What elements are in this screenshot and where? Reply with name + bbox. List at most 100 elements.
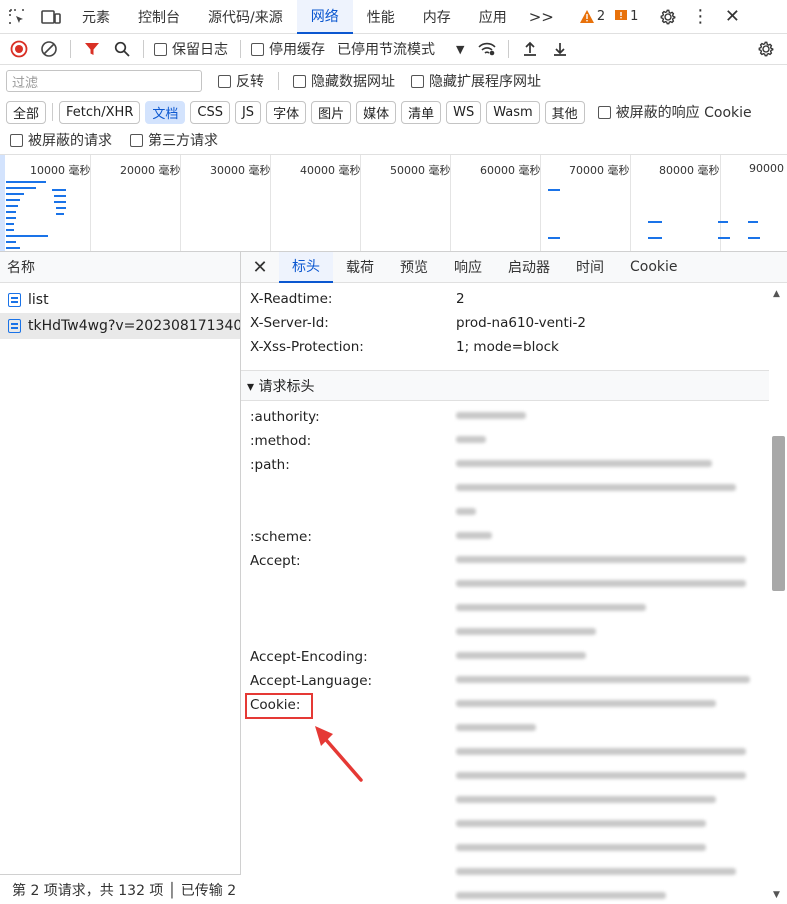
- timeline-tick-label: 30000 毫秒: [210, 164, 271, 177]
- timeline-tick-label: 10000 毫秒: [30, 164, 91, 177]
- request-row-selected[interactable]: tkHdTw4wg?v=202308171340...: [0, 313, 240, 339]
- checkbox-box[interactable]: [251, 42, 264, 56]
- chip-all[interactable]: 全部: [6, 100, 47, 124]
- close-details-icon[interactable]: ✕: [241, 257, 279, 278]
- tab-memory[interactable]: 内存: [409, 0, 465, 34]
- red-arrow-annotation: [315, 726, 363, 782]
- timeline-overview[interactable]: 10000 毫秒 20000 毫秒 30000 毫秒 40000 毫秒 5000…: [0, 154, 787, 252]
- chip-ws[interactable]: WS: [446, 100, 482, 124]
- issues-badge[interactable]: 1: [615, 9, 638, 24]
- document-icon: [8, 293, 21, 307]
- blocked-requests-checkbox[interactable]: 被屏蔽的请求: [10, 130, 112, 150]
- timeline-bar: [748, 221, 758, 223]
- settings-gear-icon[interactable]: [652, 0, 684, 34]
- chip-js[interactable]: JS: [234, 100, 262, 124]
- throttle-select[interactable]: 已停用节流模式 ▼: [337, 39, 464, 59]
- network-conditions-wifi-icon[interactable]: [472, 34, 502, 64]
- stop-recording-icon[interactable]: [4, 34, 34, 64]
- checkbox-box[interactable]: [597, 105, 611, 119]
- tab-response[interactable]: 响应: [441, 252, 495, 283]
- checkbox-box[interactable]: [411, 74, 424, 88]
- chip-wasm[interactable]: Wasm: [486, 100, 540, 124]
- header-value: 2: [456, 291, 465, 307]
- timeline-bar: [6, 187, 36, 189]
- scroll-thumb[interactable]: [772, 436, 785, 591]
- more-tabs-button[interactable]: >>: [521, 8, 562, 26]
- timeline-selection[interactable]: [0, 155, 5, 251]
- name-column-header[interactable]: 名称: [0, 252, 240, 283]
- invert-label: 反转: [236, 74, 264, 90]
- timeline-bar: [6, 211, 16, 213]
- header-name: X-Xss-Protection:: [250, 339, 364, 355]
- tab-timing[interactable]: 时间: [563, 252, 617, 283]
- chip-img[interactable]: 图片: [311, 100, 352, 124]
- timeline-tick-label: 90000: [749, 162, 784, 175]
- hide-extension-urls-label: 隐藏扩展程序网址: [429, 74, 541, 90]
- chip-manifest[interactable]: 清单: [401, 100, 442, 124]
- blocked-response-cookies-checkbox[interactable]: 被屏蔽的响应 Cookie: [597, 102, 752, 122]
- timeline-bar: [748, 237, 760, 239]
- separator: [52, 103, 54, 121]
- tab-preview[interactable]: 预览: [387, 252, 441, 283]
- tab-headers[interactable]: 标头: [279, 251, 333, 283]
- disable-cache-checkbox[interactable]: 停用缓存: [251, 39, 325, 59]
- tab-payload[interactable]: 载荷: [333, 252, 387, 283]
- timeline-bar: [54, 195, 66, 197]
- checkbox-box[interactable]: [10, 133, 23, 147]
- kebab-menu-icon[interactable]: ⋮: [684, 0, 716, 34]
- chip-media[interactable]: 媒体: [356, 100, 397, 124]
- tab-network[interactable]: 网络: [296, 0, 353, 34]
- timeline-bar: [6, 217, 16, 219]
- chip-css[interactable]: CSS: [190, 100, 230, 124]
- inspect-element-icon[interactable]: [0, 0, 34, 34]
- search-icon[interactable]: [107, 34, 137, 64]
- chip-doc[interactable]: 文档: [145, 100, 186, 124]
- request-headers-section-toggle[interactable]: ▾ 请求标头: [241, 370, 769, 401]
- chip-other[interactable]: 其他: [544, 100, 585, 124]
- tab-application[interactable]: 应用: [465, 0, 521, 34]
- status-bar: 第 2 项请求，共 132 项 │ 已传输 2: [0, 874, 241, 904]
- preserve-log-checkbox[interactable]: 保留日志: [154, 39, 228, 59]
- request-name: list: [28, 292, 49, 308]
- close-devtools-icon[interactable]: ✕: [716, 0, 748, 34]
- filter-funnel-icon[interactable]: [77, 34, 107, 64]
- disable-cache-label: 停用缓存: [269, 42, 325, 58]
- scroll-up-arrow-icon[interactable]: ▲: [773, 289, 780, 299]
- checkbox-box[interactable]: [218, 74, 231, 88]
- issues-count: 1: [630, 9, 639, 24]
- warnings-badge[interactable]: 2: [579, 9, 605, 24]
- tab-console[interactable]: 控制台: [124, 0, 194, 34]
- details-scrollbar[interactable]: ▲ ▼: [769, 283, 787, 904]
- clear-icon[interactable]: [34, 34, 64, 64]
- blocked-response-cookies-label: 被屏蔽的响应 Cookie: [615, 105, 752, 121]
- separator: [240, 40, 241, 58]
- checkbox-box[interactable]: [154, 42, 167, 56]
- filter-placeholder: 过滤: [12, 75, 39, 91]
- scroll-down-arrow-icon[interactable]: ▼: [773, 890, 780, 900]
- chip-fetch-xhr[interactable]: Fetch/XHR: [59, 100, 141, 124]
- device-toolbar-icon[interactable]: [34, 0, 68, 34]
- warning-icon: [579, 10, 594, 23]
- network-settings-gear-icon[interactable]: [751, 34, 781, 64]
- tab-elements[interactable]: 元素: [68, 0, 124, 34]
- timeline-bar: [56, 207, 66, 209]
- third-party-label: 第三方请求: [148, 133, 218, 149]
- invert-checkbox[interactable]: 反转: [218, 71, 264, 91]
- timeline-bar: [6, 199, 20, 201]
- filter-input[interactable]: 过滤: [6, 70, 202, 92]
- checkbox-box[interactable]: [130, 133, 143, 147]
- request-row[interactable]: list: [0, 287, 240, 313]
- hide-extension-urls-checkbox[interactable]: 隐藏扩展程序网址: [411, 71, 541, 91]
- hide-data-urls-checkbox[interactable]: 隐藏数据网址: [293, 71, 395, 91]
- tab-initiator[interactable]: 启动器: [495, 252, 563, 283]
- tab-cookies[interactable]: Cookie: [617, 252, 691, 283]
- tab-sources[interactable]: 源代码/来源: [194, 0, 297, 34]
- import-har-upload-icon[interactable]: [515, 34, 545, 64]
- checkbox-box[interactable]: [293, 74, 306, 88]
- chip-font[interactable]: 字体: [266, 100, 307, 124]
- tab-performance[interactable]: 性能: [353, 0, 409, 34]
- timeline-bar: [6, 247, 20, 249]
- third-party-checkbox[interactable]: 第三方请求: [130, 130, 218, 150]
- export-har-download-icon[interactable]: [545, 34, 575, 64]
- header-name: :scheme:: [250, 529, 312, 545]
